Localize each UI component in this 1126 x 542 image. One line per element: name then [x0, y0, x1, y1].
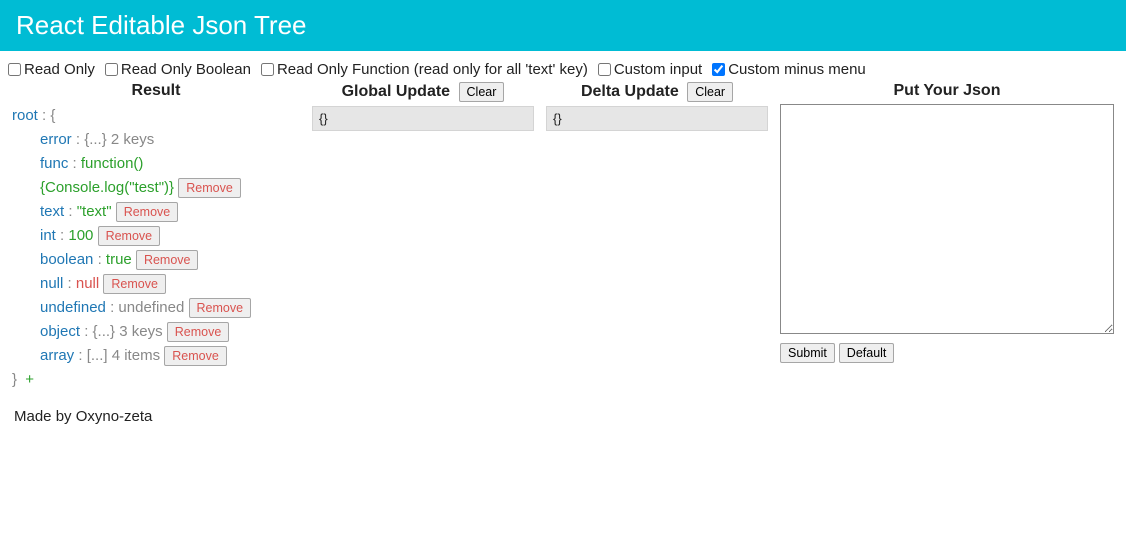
- delta-update-content: {}: [546, 106, 768, 131]
- func-signature[interactable]: function(): [81, 155, 144, 172]
- key-array[interactable]: array: [40, 347, 74, 364]
- readonly-function-option[interactable]: Read Only Function (read only for all 't…: [261, 61, 588, 78]
- global-update-column: Global Update Clear {}: [306, 82, 540, 131]
- put-json-column: Put Your Json Submit Default: [774, 82, 1120, 363]
- value-text[interactable]: "text": [77, 203, 112, 220]
- remove-array-button[interactable]: Remove: [164, 346, 227, 366]
- tree-node-func[interactable]: func : function(): [12, 152, 300, 176]
- custom-minus-label: Custom minus menu: [728, 61, 866, 78]
- close-brace: }: [12, 371, 17, 388]
- global-update-title-row: Global Update Clear: [312, 82, 534, 102]
- put-json-title: Put Your Json: [780, 82, 1114, 100]
- tree-node-boolean[interactable]: boolean : true Remove: [12, 248, 300, 272]
- open-brace: {: [50, 107, 55, 124]
- value-undefined[interactable]: undefined: [118, 299, 184, 316]
- readonly-option[interactable]: Read Only: [8, 61, 95, 78]
- global-update-title: Global Update: [342, 83, 450, 100]
- custom-input-label: Custom input: [614, 61, 702, 78]
- add-node-button[interactable]: +: [25, 371, 34, 388]
- value-boolean[interactable]: true: [106, 251, 132, 268]
- put-json-actions: Submit Default: [780, 343, 1114, 363]
- tree-node-text[interactable]: text : "text" Remove: [12, 200, 300, 224]
- func-body[interactable]: {Console.log("test")}: [40, 179, 174, 196]
- global-update-content: {}: [312, 106, 534, 131]
- collapsed-object[interactable]: {...}: [93, 323, 116, 340]
- result-column: Result root : { error : {...} 2 keys fun…: [6, 82, 306, 392]
- tree-node-array[interactable]: array : [...] 4 items Remove: [12, 344, 300, 368]
- remove-text-button[interactable]: Remove: [116, 202, 179, 222]
- readonly-boolean-checkbox[interactable]: [105, 63, 118, 76]
- readonly-checkbox[interactable]: [8, 63, 21, 76]
- key-undefined[interactable]: undefined: [40, 299, 106, 316]
- delta-update-column: Delta Update Clear {}: [540, 82, 774, 131]
- remove-boolean-button[interactable]: Remove: [136, 250, 199, 270]
- default-button[interactable]: Default: [839, 343, 895, 363]
- collapsed-array[interactable]: [...]: [87, 347, 108, 364]
- remove-object-button[interactable]: Remove: [167, 322, 230, 342]
- summary-object: 3 keys: [119, 323, 162, 340]
- footer-text: Made by Oxyno-zeta: [14, 408, 152, 425]
- page-title: React Editable Json Tree: [16, 10, 307, 40]
- key-text[interactable]: text: [40, 203, 64, 220]
- key-error[interactable]: error: [40, 131, 72, 148]
- custom-input-checkbox[interactable]: [598, 63, 611, 76]
- global-clear-button[interactable]: Clear: [459, 82, 505, 102]
- json-tree: root : { error : {...} 2 keys func : fun…: [12, 104, 300, 392]
- readonly-boolean-label: Read Only Boolean: [121, 61, 251, 78]
- page-header: React Editable Json Tree: [0, 0, 1126, 51]
- tree-root-open[interactable]: root : {: [12, 104, 300, 128]
- options-bar: Read Only Read Only Boolean Read Only Fu…: [0, 51, 1126, 82]
- remove-null-button[interactable]: Remove: [103, 274, 166, 294]
- readonly-function-checkbox[interactable]: [261, 63, 274, 76]
- custom-minus-checkbox[interactable]: [712, 63, 725, 76]
- remove-undefined-button[interactable]: Remove: [189, 298, 252, 318]
- key-null[interactable]: null: [40, 275, 63, 292]
- summary-error: 2 keys: [111, 131, 154, 148]
- delta-clear-button[interactable]: Clear: [687, 82, 733, 102]
- readonly-boolean-option[interactable]: Read Only Boolean: [105, 61, 251, 78]
- result-title: Result: [12, 82, 300, 100]
- key-object[interactable]: object: [40, 323, 80, 340]
- remove-int-button[interactable]: Remove: [98, 226, 161, 246]
- collapsed-error[interactable]: {...}: [84, 131, 107, 148]
- delta-update-title-row: Delta Update Clear: [546, 82, 768, 102]
- tree-node-func-body-row: {Console.log("test")} Remove: [12, 176, 300, 200]
- tree-node-undefined[interactable]: undefined : undefined Remove: [12, 296, 300, 320]
- key-int[interactable]: int: [40, 227, 56, 244]
- tree-node-object[interactable]: object : {...} 3 keys Remove: [12, 320, 300, 344]
- value-null[interactable]: null: [76, 275, 99, 292]
- tree-node-int[interactable]: int : 100 Remove: [12, 224, 300, 248]
- readonly-label: Read Only: [24, 61, 95, 78]
- submit-button[interactable]: Submit: [780, 343, 835, 363]
- value-int[interactable]: 100: [68, 227, 93, 244]
- key-func[interactable]: func: [40, 155, 68, 172]
- custom-input-option[interactable]: Custom input: [598, 61, 702, 78]
- readonly-function-label: Read Only Function (read only for all 't…: [277, 61, 588, 78]
- footer: Made by Oxyno-zeta: [0, 392, 1126, 441]
- summary-array: 4 items: [112, 347, 160, 364]
- tree-node-null[interactable]: null : null Remove: [12, 272, 300, 296]
- panels: Result root : { error : {...} 2 keys fun…: [0, 82, 1126, 392]
- tree-node-error[interactable]: error : {...} 2 keys: [12, 128, 300, 152]
- delta-update-title: Delta Update: [581, 83, 679, 100]
- tree-root-close: } +: [12, 368, 300, 392]
- root-key[interactable]: root: [12, 107, 38, 124]
- custom-minus-option[interactable]: Custom minus menu: [712, 61, 866, 78]
- key-boolean[interactable]: boolean: [40, 251, 93, 268]
- put-json-textarea[interactable]: [780, 104, 1114, 334]
- remove-func-button[interactable]: Remove: [178, 178, 241, 198]
